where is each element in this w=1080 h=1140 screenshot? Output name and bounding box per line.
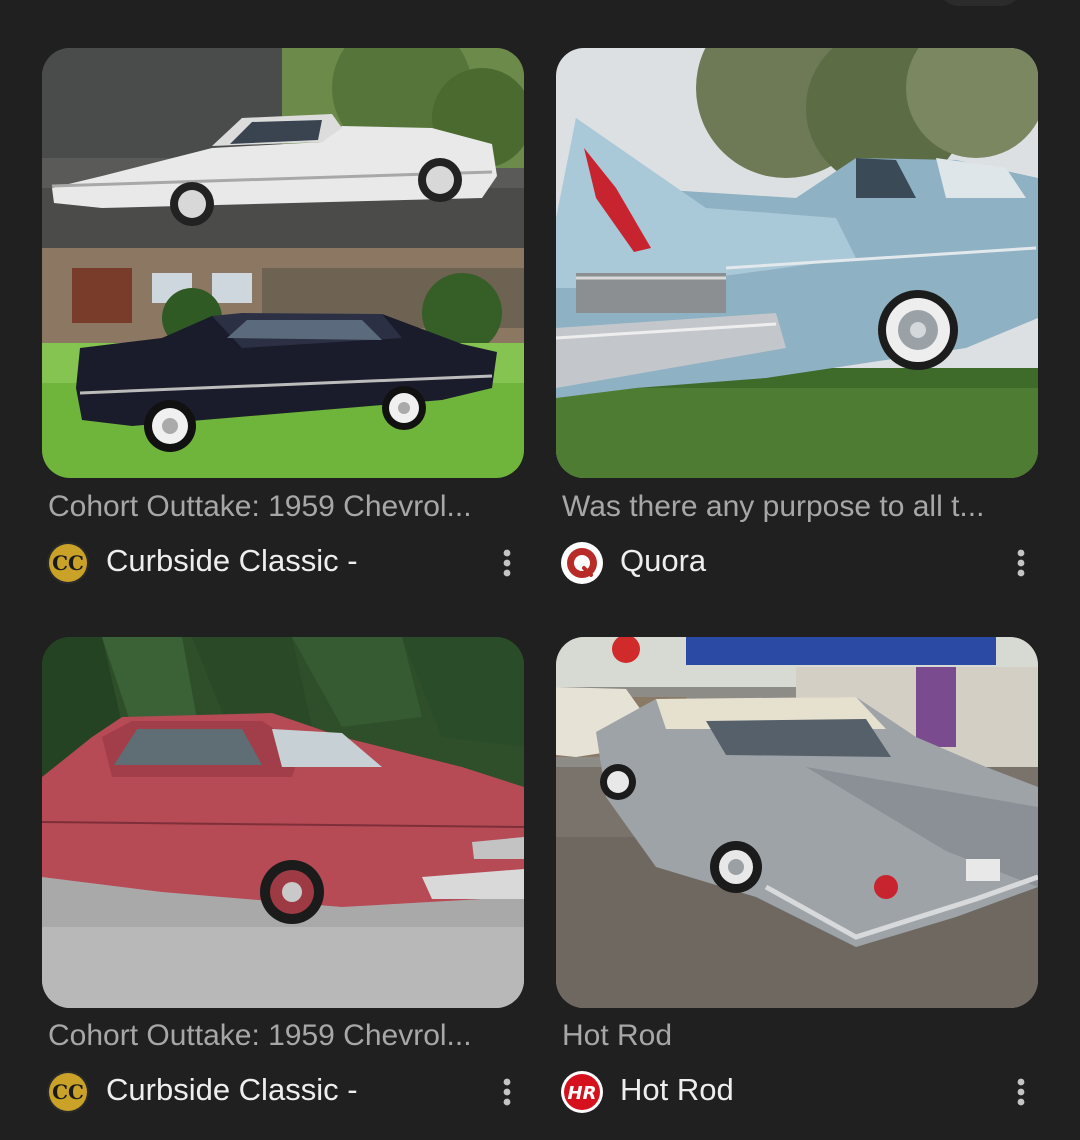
result-thumbnail[interactable] xyxy=(556,48,1038,478)
image-result-card[interactable]: Cohort Outtake: 1959 Chevrol... CC Curbs… xyxy=(42,48,524,584)
more-vert-icon xyxy=(1017,549,1025,577)
svg-text:CC: CC xyxy=(52,551,84,575)
result-source-name: Curbside Classic - xyxy=(106,1072,358,1107)
more-vert-icon xyxy=(503,1078,511,1106)
car-photo-silver-custom-sedan xyxy=(556,637,1038,1008)
more-options-button[interactable] xyxy=(492,541,522,585)
more-vert-icon xyxy=(503,549,511,577)
car-photo-red-1959-chevrolet xyxy=(42,637,524,1008)
more-vert-icon xyxy=(1017,1078,1025,1106)
svg-text:HR: HR xyxy=(568,1083,597,1104)
result-title[interactable]: Hot Rod xyxy=(562,1019,1032,1053)
quora-logo-icon xyxy=(561,542,603,584)
result-source-row[interactable]: HR Hot Rod xyxy=(560,1070,1040,1114)
svg-text:CC: CC xyxy=(52,1080,84,1104)
result-source-name: Hot Rod xyxy=(620,1072,734,1107)
result-thumbnail[interactable] xyxy=(42,637,524,1008)
result-thumbnail[interactable] xyxy=(42,48,524,478)
image-result-card[interactable]: Cohort Outtake: 1959 Chevrol... CC Curbs… xyxy=(42,637,524,1113)
result-title[interactable]: Was there any purpose to all t... xyxy=(562,490,1032,524)
result-source-row[interactable]: CC Curbside Classic - xyxy=(46,541,526,585)
result-source-name: Curbside Classic - xyxy=(106,543,358,578)
more-options-button[interactable] xyxy=(492,1070,522,1114)
result-source-row[interactable]: CC Curbside Classic - xyxy=(46,1070,526,1114)
hot-rod-logo-icon: HR xyxy=(561,1071,603,1113)
top-partial-button[interactable] xyxy=(940,0,1020,6)
result-source-name: Quora xyxy=(620,543,707,578)
result-title[interactable]: Cohort Outtake: 1959 Chevrol... xyxy=(48,1019,518,1053)
result-thumbnail[interactable] xyxy=(556,637,1038,1008)
result-title[interactable]: Cohort Outtake: 1959 Chevrol... xyxy=(48,490,518,524)
car-photo-1959-chevrolet-pair xyxy=(42,48,524,478)
curbside-classic-logo-icon: CC xyxy=(47,542,89,584)
image-result-card[interactable]: Was there any purpose to all t... Quora xyxy=(556,48,1038,584)
result-source-row[interactable]: Quora xyxy=(560,541,1040,585)
car-photo-blue-tailfin xyxy=(556,48,1038,478)
curbside-classic-logo-icon: CC xyxy=(47,1071,89,1113)
more-options-button[interactable] xyxy=(1006,541,1036,585)
image-result-card[interactable]: Hot Rod HR Hot Rod xyxy=(556,637,1038,1113)
more-options-button[interactable] xyxy=(1006,1070,1036,1114)
